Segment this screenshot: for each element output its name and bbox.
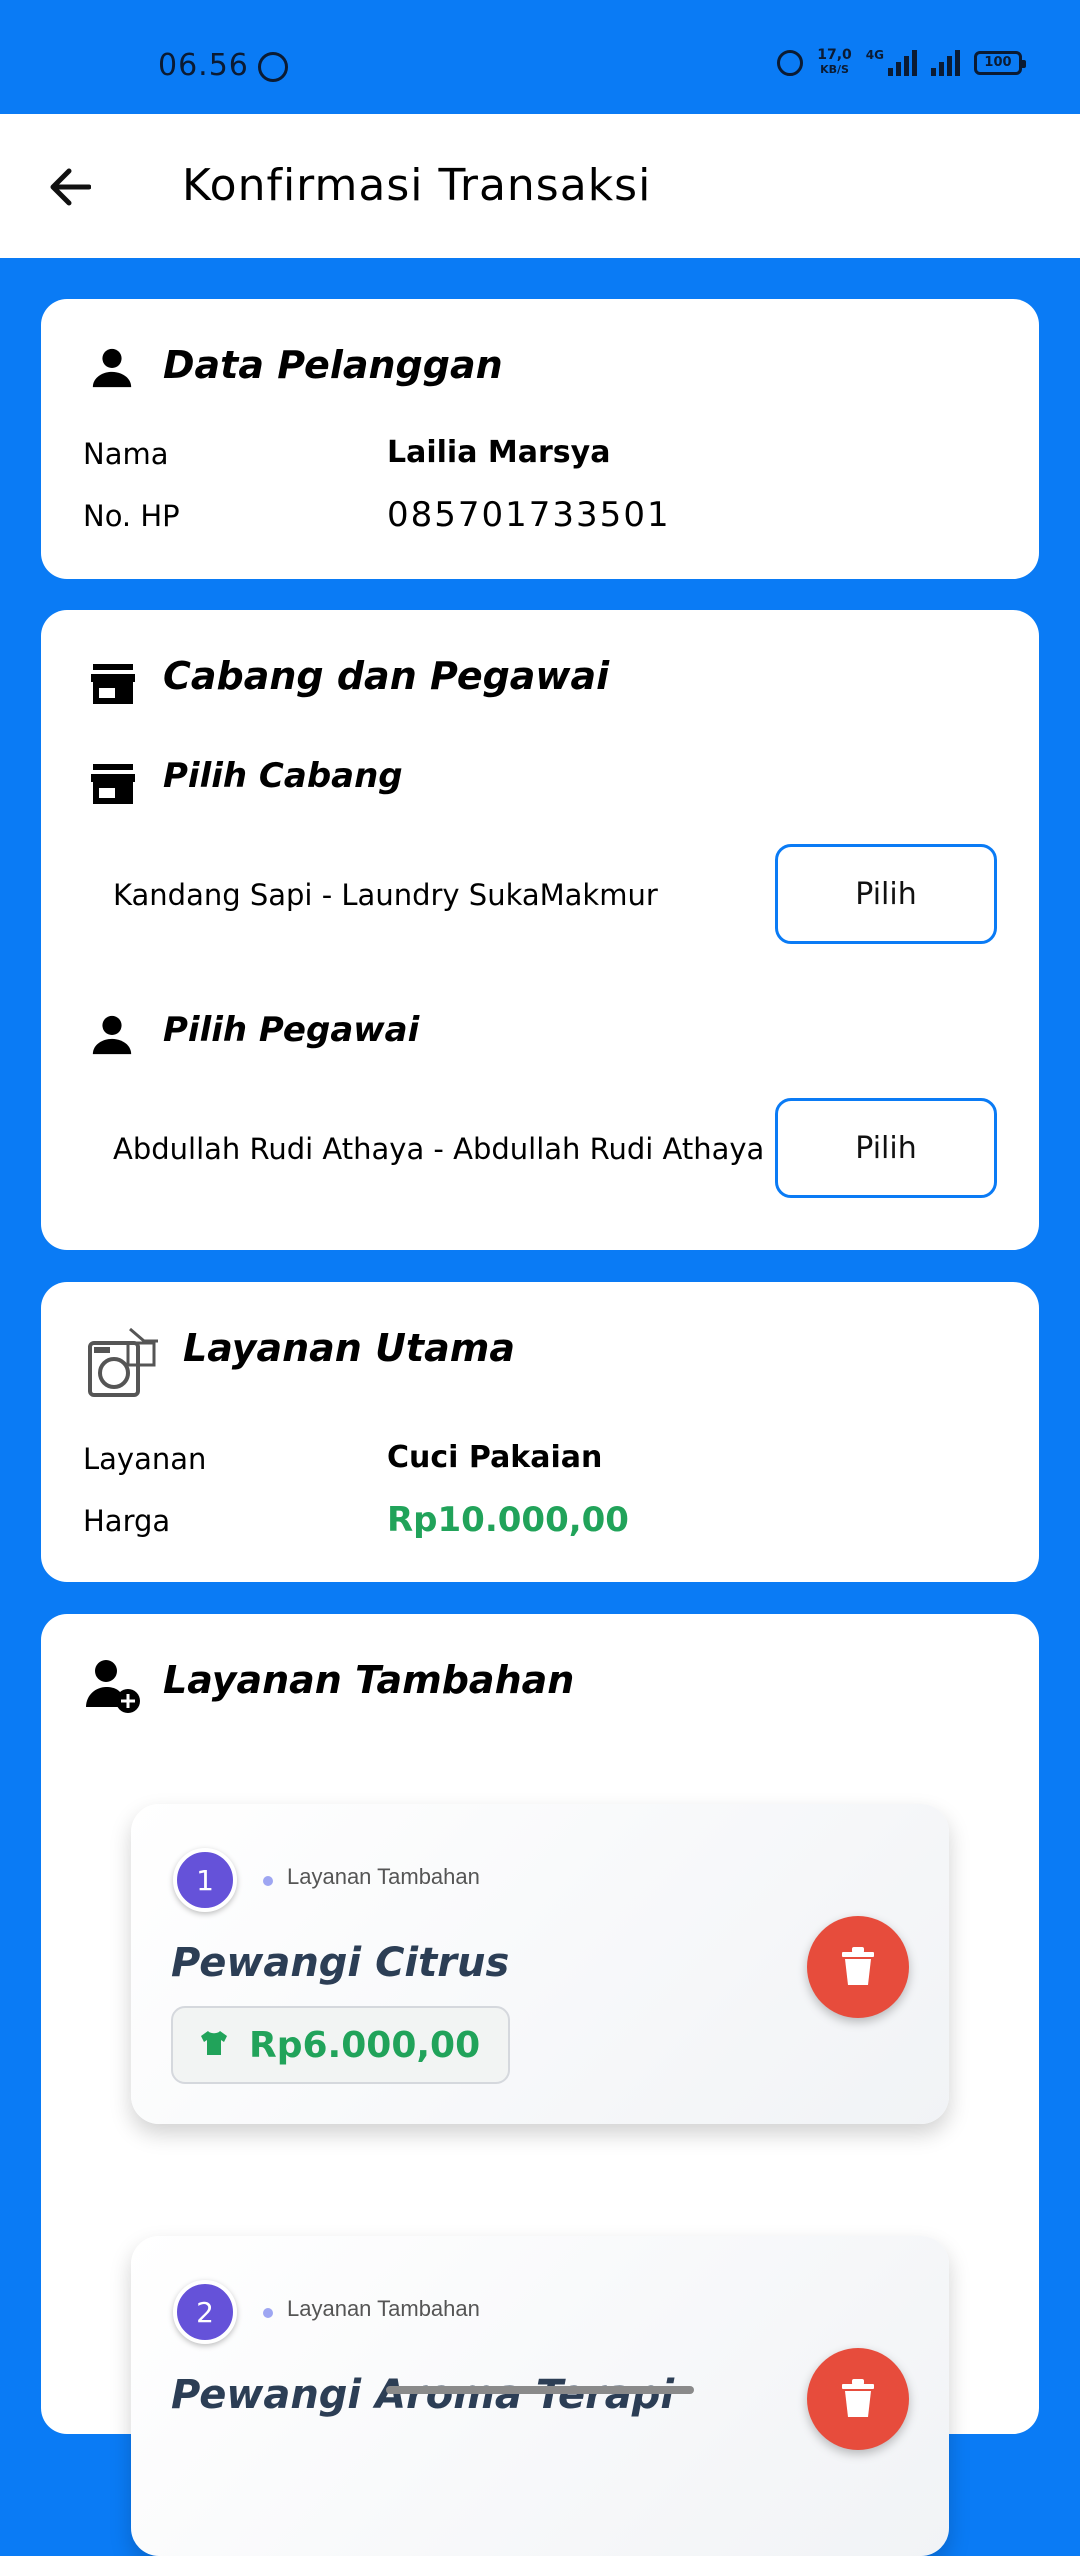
choose-branch-button[interactable]: Pilih [775, 844, 997, 944]
price-label: Harga [83, 1504, 171, 1538]
employee-subtitle: Pilih Pegawai [163, 1010, 420, 1050]
delete-button[interactable] [807, 1916, 909, 2018]
price-value: Rp10.000,00 [387, 1500, 629, 1540]
branch-subtitle: Pilih Cabang [163, 756, 403, 796]
home-indicator [386, 2386, 694, 2394]
trash-icon [842, 1947, 874, 1985]
network-type: 4G [865, 48, 884, 62]
branch-value: Kandang Sapi - Laundry SukaMakmur [113, 878, 658, 912]
name-value: Lailia Marsya [387, 435, 611, 470]
item-tag: Layanan Tambahan [287, 2296, 480, 2321]
branch-employee-section-title: Cabang dan Pegawai [163, 654, 610, 698]
customer-card: Data Pelanggan Nama Lailia Marsya No. HP… [41, 299, 1039, 579]
signal-icon-2 [931, 49, 960, 76]
additional-service-item: 1 Layanan Tambahan Pewangi Citrus Rp6.00… [131, 1804, 949, 2124]
whatsapp-icon [258, 52, 288, 82]
page-title: Konfirmasi Transaksi [182, 160, 652, 211]
choose-employee-button[interactable]: Pilih [775, 1098, 997, 1198]
battery-icon: 100 [974, 50, 1026, 75]
alarm-icon [777, 49, 804, 76]
delete-button[interactable] [807, 2348, 909, 2450]
person-icon [87, 1010, 137, 1060]
store-icon [87, 760, 139, 808]
dot-icon [263, 1876, 273, 1886]
network-speed: 17,0 KB/S [817, 48, 852, 77]
person-icon [87, 343, 137, 393]
additional-service-card: Layanan Tambahan 1 Layanan Tambahan Pewa… [41, 1614, 1039, 2556]
additional-service-item: 2 Layanan Tambahan Pewangi Aroma Terapi [131, 2236, 949, 2556]
dot-icon [263, 2308, 273, 2318]
store-icon [87, 660, 139, 708]
branch-employee-card: Cabang dan Pegawai Pilih Cabang Kandang … [41, 610, 1039, 1250]
item-price-pill: Rp6.000,00 [171, 2006, 511, 2084]
shirt-icon [199, 2025, 229, 2066]
signal-icon [888, 49, 917, 76]
trash-icon [842, 2379, 874, 2417]
back-arrow-icon[interactable] [44, 162, 94, 212]
item-name: Pewangi Citrus [171, 1940, 510, 1986]
laundry-machine-icon [83, 1324, 161, 1402]
item-number-badge: 2 [173, 2280, 237, 2344]
network-speed-unit: KB/S [820, 63, 849, 76]
customer-section-title: Data Pelanggan [163, 343, 503, 387]
status-time: 06.56 [158, 48, 249, 83]
employee-value: Abdullah Rudi Athaya - Abdullah Rudi Ath… [113, 1132, 765, 1166]
service-value: Cuci Pakaian [387, 1440, 603, 1475]
person-add-icon [83, 1656, 143, 1716]
service-label: Layanan [83, 1442, 207, 1476]
phone-value: 085701733501 [387, 495, 671, 535]
item-tag: Layanan Tambahan [287, 1864, 480, 1889]
phone-label: No. HP [83, 499, 180, 533]
name-label: Nama [83, 437, 169, 471]
item-number-badge: 1 [173, 1848, 237, 1912]
status-bar: 06.56 17,0 KB/S 4G 100 [0, 0, 1080, 114]
additional-section-title: Layanan Tambahan [163, 1658, 575, 1702]
main-service-section-title: Layanan Utama [183, 1326, 515, 1370]
main-service-card: Layanan Utama Layanan Cuci Pakaian Harga… [41, 1282, 1039, 1582]
item-price: Rp6.000,00 [249, 2024, 481, 2066]
app-bar: Konfirmasi Transaksi [0, 114, 1080, 258]
network-speed-value: 17,0 [817, 47, 852, 63]
status-icons: 17,0 KB/S 4G 100 [777, 48, 1026, 77]
item-name: Pewangi Aroma Terapi [171, 2372, 675, 2418]
